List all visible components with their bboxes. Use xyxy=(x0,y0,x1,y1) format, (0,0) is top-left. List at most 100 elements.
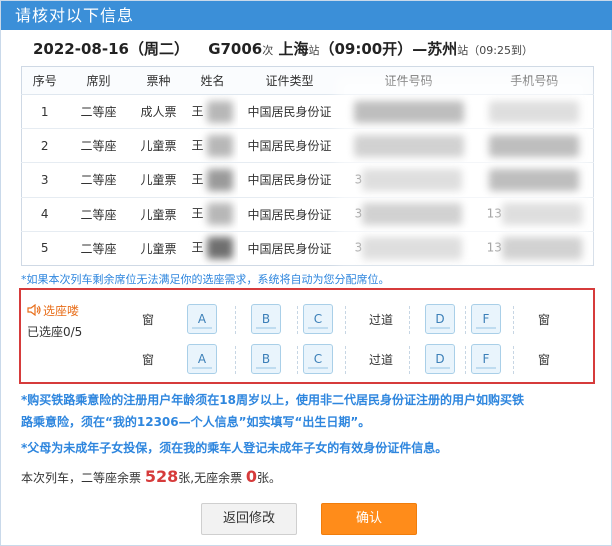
row-no: 1 xyxy=(21,94,68,130)
seat-divider xyxy=(513,346,514,374)
row-name: 王 xyxy=(187,94,238,130)
remain-prefix: 本次列车，二等座余票 xyxy=(21,471,142,485)
row-phone xyxy=(475,162,594,198)
row-seat: 二等座 xyxy=(80,241,117,256)
redaction-blur xyxy=(489,100,580,123)
second-class-count: 528 xyxy=(144,467,179,486)
header-no: 序号 xyxy=(21,66,68,95)
row-id-no-text: 3 xyxy=(354,206,363,221)
train-suffix: 次 xyxy=(262,44,274,57)
row-phone-text: 13 xyxy=(486,206,502,221)
insurance-warning-line2: 路乘意险，须在“我的12306—个人信息”如实填写“出生日期”。 xyxy=(21,415,371,429)
seat-divider xyxy=(465,346,466,374)
row-phone-text: 13 xyxy=(486,240,502,255)
aisle-label: 过道 xyxy=(368,313,393,327)
row-id-type: 中国居民身份证 xyxy=(237,128,342,164)
seat-a[interactable]: A xyxy=(187,304,217,334)
redaction-blur xyxy=(207,134,234,157)
back-edit-button[interactable]: 返回修改 xyxy=(201,503,297,535)
row-name: 王 xyxy=(187,197,238,232)
seat-c[interactable]: C xyxy=(303,304,333,334)
to-station: 苏州 xyxy=(427,40,458,58)
seat-select-label: 选座喽 xyxy=(27,302,79,319)
table-row: 4 二等座 儿童票 王 中国居民身份证 3 13 xyxy=(21,197,594,232)
row-id-no xyxy=(341,128,476,164)
row-ticket: 儿童票 xyxy=(129,162,188,198)
row-name: 王 xyxy=(187,162,238,198)
seat-divider xyxy=(409,306,410,334)
row-ticket: 儿童票 xyxy=(129,128,188,164)
table-header-row: 序号 席别 票种 姓名 证件类型 证件号码 手机号码 xyxy=(21,66,594,95)
row-id-no: 3 xyxy=(341,162,476,198)
trip-date: 2022-08-16（周二） xyxy=(33,40,189,58)
row-id-no: 3 xyxy=(342,231,476,265)
window-label: 窗 xyxy=(141,353,154,367)
seat-row: 窗 A B C 过道 D F 窗 xyxy=(141,304,581,336)
window-label: 窗 xyxy=(537,353,550,367)
redaction-blur xyxy=(501,237,582,260)
seat-divider xyxy=(465,306,466,334)
seat-f[interactable]: F xyxy=(471,304,501,334)
seat-a[interactable]: A xyxy=(187,344,217,374)
row-name-text: 王 xyxy=(191,206,204,221)
from-station: 上海 xyxy=(278,40,309,58)
row-name: 王 xyxy=(187,128,238,164)
redaction-blur xyxy=(489,134,580,157)
confirm-button[interactable]: 确认 xyxy=(321,503,417,535)
seat-assign-notice: *如果本次列车剩余席位无法满足你的选座需求，系统将自动为您分配席位。 xyxy=(21,273,390,286)
redaction-blur xyxy=(353,134,464,157)
seat-f[interactable]: F xyxy=(471,344,501,374)
row-id-no-text: 3 xyxy=(354,172,363,187)
seat-d[interactable]: D xyxy=(425,344,455,374)
window-label: 窗 xyxy=(537,313,550,327)
row-phone xyxy=(475,94,594,130)
seat-divider xyxy=(297,306,298,334)
from-suffix: 站 xyxy=(308,44,320,57)
redaction-blur xyxy=(207,100,234,123)
redaction-blur xyxy=(362,168,463,191)
seat-selection-panel: 选座喽 已选座0/5 窗 A B C 过道 D F 窗 窗 A B C 过道 D… xyxy=(19,288,595,384)
header-id-type: 证件类型 xyxy=(237,66,342,95)
row-id-no: 3 xyxy=(341,197,476,232)
row-name: 王 xyxy=(188,231,238,265)
dialog-title: 请核对以下信息 xyxy=(1,1,612,30)
redaction-blur xyxy=(353,100,464,123)
seat-divider xyxy=(513,306,514,334)
seat-divider xyxy=(345,306,346,334)
seat-c[interactable]: C xyxy=(303,344,333,374)
row-phone: 13 xyxy=(475,197,594,232)
insurance-warning-line1: *购买铁路乘意险的注册用户年龄须在18周岁以上，使用非二代居民身份证注册的用户如… xyxy=(21,393,524,407)
row-ticket: 儿童票 xyxy=(140,241,177,256)
row-seat: 二等座 xyxy=(67,94,130,130)
seat-d[interactable]: D xyxy=(425,304,455,334)
row-id-type: 中国居民身份证 xyxy=(247,241,332,256)
confirm-dialog: 请核对以下信息 2022-08-16（周二） G7006次 上海站（09:00开… xyxy=(0,0,612,546)
seat-divider xyxy=(297,346,298,374)
aisle-label: 过道 xyxy=(368,353,393,367)
seat-b[interactable]: B xyxy=(251,304,281,334)
train-number: G7006 xyxy=(208,40,263,58)
table-row: 3 二等座 儿童票 王 中国居民身份证 3 xyxy=(21,162,594,198)
to-suffix: 站 xyxy=(457,44,469,57)
arrive-time: （09:25到） xyxy=(468,44,533,57)
seat-count: 已选座0/5 xyxy=(27,325,83,339)
remain-suffix: 张。 xyxy=(257,471,282,485)
row-seat: 二等座 xyxy=(67,197,130,232)
depart-time: （09:00开） xyxy=(319,40,413,58)
seat-divider xyxy=(409,346,410,374)
trip-info: 2022-08-16（周二） G7006次 上海站（09:00开）—苏州站（09… xyxy=(33,38,533,60)
row-id-type: 中国居民身份证 xyxy=(237,162,342,198)
table-row: 2 二等座 儿童票 王 中国居民身份证 xyxy=(21,128,594,164)
seat-b[interactable]: B xyxy=(251,344,281,374)
row-seat: 二等座 xyxy=(67,128,130,164)
trip-arrow: — xyxy=(412,40,428,58)
row-name-text: 王 xyxy=(191,240,204,255)
seat-row: 窗 A B C 过道 D F 窗 xyxy=(141,344,581,376)
row-name-text: 王 xyxy=(191,104,204,119)
row-id-type: 中国居民身份证 xyxy=(237,94,342,130)
header-phone: 手机号码 xyxy=(475,66,594,95)
redaction-blur xyxy=(207,168,234,191)
seat-divider xyxy=(235,346,236,374)
seat-divider xyxy=(235,306,236,334)
row-no: 2 xyxy=(21,128,68,164)
